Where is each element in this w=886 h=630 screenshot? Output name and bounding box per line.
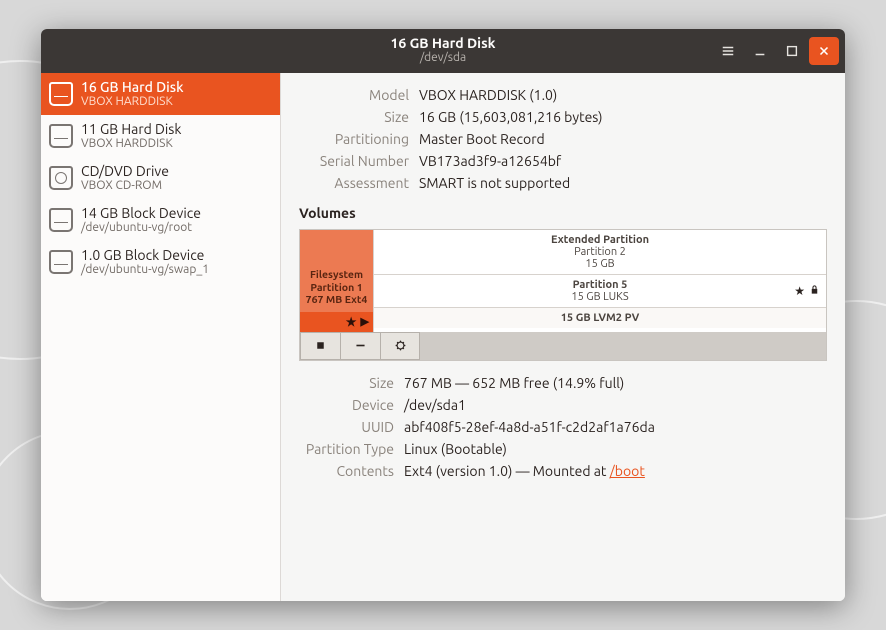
value-model: VBOX HARDDISK (1.0) [419,87,827,103]
label-assessment: Assessment [299,175,409,191]
vol-left-footer [300,312,373,332]
volumes-map: Filesystem Partition 1 767 MB Ext4 Exten… [300,230,826,332]
block-device-icon [49,208,73,232]
block-device-icon [49,250,73,274]
value-assessment: SMART is not supported [419,175,827,191]
sidebar-item-cddvd[interactable]: CD/DVD Drive VBOX CD-ROM [41,157,280,199]
sidebar-item-title: 11 GB Hard Disk [81,121,181,137]
lock-icon [809,284,820,295]
label-psize: Size [299,375,394,391]
optical-drive-icon [49,166,73,190]
label-size: Size [299,109,409,125]
hamburger-menu-button[interactable] [713,37,743,65]
sidebar-item-sub: /dev/ubuntu-vg/swap_1 [81,263,209,277]
volume-partition-1[interactable]: Filesystem Partition 1 767 MB Ext4 [300,230,374,332]
volumes-right: Extended Partition Partition 2 15 GB Par… [374,230,826,332]
value-uuid: abf408f5-28ef-4a8d-a51f-c2d2af1a76da [404,419,827,435]
volumes-heading: Volumes [299,205,827,221]
sidebar-item-sub: VBOX CD-ROM [81,179,169,193]
value-device: /dev/sda1 [404,397,827,413]
vol-left-l1: Filesystem [303,268,370,281]
label-uuid: UUID [299,419,394,435]
maximize-button[interactable] [777,37,807,65]
device-sidebar: 16 GB Hard Disk VBOX HARDDISK 11 GB Hard… [41,73,281,601]
label-contents: Contents [299,463,394,479]
sidebar-item-block-14gb[interactable]: 14 GB Block Device /dev/ubuntu-vg/root [41,199,280,241]
sidebar-item-disk-16gb[interactable]: 16 GB Hard Disk VBOX HARDDISK [41,73,280,115]
volume-lvm2-pv[interactable]: 15 GB LVM2 PV [374,308,826,328]
hdd-icon [49,124,73,148]
unmount-button[interactable] [300,332,340,360]
sidebar-item-sub: VBOX HARDDISK [81,137,181,151]
value-psize: 767 MB — 652 MB free (14.9% full) [404,375,827,391]
more-options-button[interactable] [380,332,420,360]
value-ptype: Linux (Bootable) [404,441,827,457]
partition-info-grid: Size 767 MB — 652 MB free (14.9% full) D… [299,375,827,479]
volume-extended-partition[interactable]: Extended Partition Partition 2 15 GB [374,230,826,275]
delete-partition-button[interactable] [340,332,380,360]
vol-left-l2: Partition 1 [303,281,370,294]
value-serial: VB173ad3f9-a12654bf [419,153,827,169]
mount-point-link[interactable]: /boot [610,463,645,479]
volumes-toolbar [300,332,826,360]
sidebar-item-sub: /dev/ubuntu-vg/root [81,221,201,235]
label-ptype: Partition Type [299,441,394,457]
label-partitioning: Partitioning [299,131,409,147]
value-size: 16 GB (15,603,081,216 bytes) [419,109,827,125]
window-controls [713,37,839,65]
sidebar-item-disk-11gb[interactable]: 11 GB Hard Disk VBOX HARDDISK [41,115,280,157]
minimize-button[interactable] [745,37,775,65]
detail-pane: Model VBOX HARDDISK (1.0) Size 16 GB (15… [281,73,845,601]
star-icon [794,284,805,298]
sidebar-item-sub: VBOX HARDDISK [81,95,183,109]
sidebar-item-title: 14 GB Block Device [81,205,201,221]
sidebar-item-block-1gb[interactable]: 1.0 GB Block Device /dev/ubuntu-vg/swap_… [41,241,280,283]
sidebar-item-title: 1.0 GB Block Device [81,247,209,263]
vol-left-l3: 767 MB Ext4 [303,293,370,306]
volumes-container: Filesystem Partition 1 767 MB Ext4 Exten… [299,229,827,361]
disk-info-grid: Model VBOX HARDDISK (1.0) Size 16 GB (15… [299,87,827,191]
sidebar-item-title: 16 GB Hard Disk [81,79,183,95]
value-partitioning: Master Boot Record [419,131,827,147]
label-device: Device [299,397,394,413]
sidebar-item-title: CD/DVD Drive [81,163,169,179]
value-contents: Ext4 (version 1.0) — Mounted at /boot [404,463,827,479]
main-area: 16 GB Hard Disk VBOX HARDDISK 11 GB Hard… [41,73,845,601]
titlebar: 16 GB Hard Disk /dev/sda [41,29,845,73]
label-serial: Serial Number [299,153,409,169]
label-model: Model [299,87,409,103]
contents-prefix: Ext4 (version 1.0) — Mounted at [404,463,610,479]
app-window: 16 GB Hard Disk /dev/sda 16 GB Hard Dis [41,29,845,601]
star-icon [346,315,357,329]
play-icon [361,315,369,328]
hdd-icon [49,82,73,106]
close-button[interactable] [809,37,839,65]
volume-partition-5[interactable]: Partition 5 15 GB LUKS [374,275,826,308]
